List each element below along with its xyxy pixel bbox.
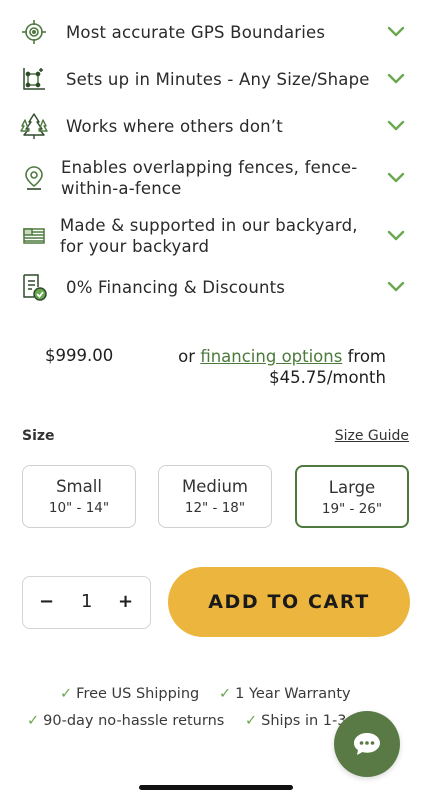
feature-item-works[interactable]: Works where others don’t	[0, 104, 431, 148]
map-pin-icon	[20, 164, 48, 192]
chevron-down-icon[interactable]	[387, 172, 405, 184]
add-to-cart-button[interactable]: ADD TO CART	[168, 567, 410, 637]
size-option-medium[interactable]: Medium 12" - 18"	[158, 465, 272, 528]
chevron-down-icon[interactable]	[387, 120, 405, 132]
check-icon: ✓	[219, 686, 232, 702]
check-icon: ✓	[60, 686, 73, 702]
perk-label: 1 Year Warranty	[235, 686, 351, 702]
perk-item: ✓ 1 Year Warranty	[219, 686, 351, 702]
chat-bubble-icon	[354, 733, 380, 755]
gps-target-icon	[20, 18, 48, 46]
perk-label: Ships in 1-3	[261, 713, 347, 729]
feature-label: Sets up in Minutes - Any Size/Shape	[66, 69, 370, 89]
chevron-down-icon[interactable]	[387, 26, 405, 38]
feature-item-overlap[interactable]: Enables overlapping fences, fence-within…	[0, 156, 431, 200]
chat-button[interactable]	[334, 711, 400, 777]
size-options: Small 10" - 14" Medium 12" - 18" Large 1…	[22, 465, 409, 529]
financing-options-link[interactable]: financing options	[200, 347, 342, 366]
chevron-down-icon[interactable]	[387, 230, 405, 242]
perk-item: ✓ 90-day no-hassle returns	[27, 713, 224, 729]
trees-icon	[20, 112, 48, 140]
price: $999.00	[45, 346, 114, 365]
check-icon: ✓	[245, 713, 258, 729]
feature-label: Works where others don’t	[66, 116, 283, 136]
size-option-small[interactable]: Small 10" - 14"	[22, 465, 136, 528]
feature-label: Most accurate GPS Boundaries	[66, 22, 326, 42]
feature-label: 0% Financing & Discounts	[66, 277, 286, 297]
feature-item-setup[interactable]: Sets up in Minutes - Any Size/Shape	[0, 57, 431, 101]
size-range: 10" - 14"	[48, 500, 110, 516]
document-check-icon	[20, 273, 48, 301]
flag-icon	[20, 222, 48, 250]
feature-item-financing[interactable]: 0% Financing & Discounts	[0, 265, 431, 309]
size-name: Large	[328, 478, 376, 497]
perk-item: ✓ Free US Shipping	[60, 686, 199, 702]
boundary-map-icon	[20, 65, 48, 93]
price-row: $999.00 or financing options from $45.75…	[0, 344, 431, 388]
size-header: Size Size Guide	[22, 428, 409, 448]
size-guide-link[interactable]: Size Guide	[335, 428, 409, 444]
decrement-button[interactable]: −	[39, 591, 54, 612]
feature-label: Made & supported in our backyard, for yo…	[60, 216, 358, 256]
home-indicator	[139, 785, 293, 790]
financing-text: or financing options from $45.75/month	[160, 346, 386, 388]
perk-label: Free US Shipping	[76, 686, 200, 702]
quantity-stepper: − 1 +	[22, 576, 151, 629]
size-range: 19" - 26"	[321, 501, 383, 517]
size-name: Small	[56, 477, 102, 496]
perk-label: 90-day no-hassle returns	[43, 713, 225, 729]
feature-item-gps[interactable]: Most accurate GPS Boundaries	[0, 10, 431, 54]
increment-button[interactable]: +	[118, 591, 133, 612]
chevron-down-icon[interactable]	[387, 73, 405, 85]
financing-prefix: or	[178, 347, 196, 366]
size-option-large[interactable]: Large 19" - 26"	[295, 465, 409, 528]
size-title: Size	[22, 428, 55, 444]
feature-item-made[interactable]: Made & supported in our backyard, for yo…	[0, 214, 431, 258]
check-icon: ✓	[27, 713, 40, 729]
feature-label: Enables overlapping fences, fence-within…	[61, 158, 358, 198]
size-name: Medium	[182, 477, 248, 496]
quantity-value[interactable]: 1	[81, 591, 92, 612]
size-range: 12" - 18"	[184, 500, 246, 516]
perk-item: ✓ Ships in 1-3	[245, 713, 346, 729]
chevron-down-icon[interactable]	[387, 281, 405, 293]
